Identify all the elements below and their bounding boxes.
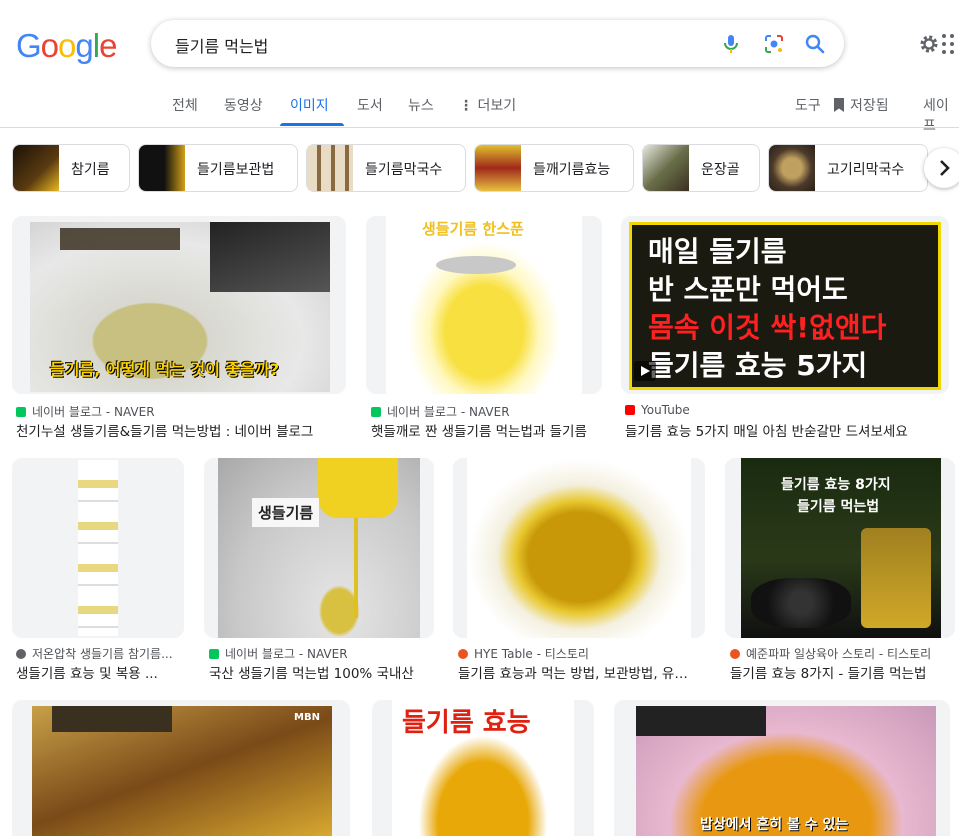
image-result[interactable]: 밥상에서 흔히 볼 수 있는 xyxy=(614,700,950,836)
search-box[interactable]: 들기름 먹는법 xyxy=(151,20,844,67)
result-title[interactable]: 들기름 효능과 먹는 방법, 보관방법, 유통기한 xyxy=(458,662,690,682)
result-source[interactable]: YouTube xyxy=(625,403,945,417)
chip-thumbnail xyxy=(643,145,689,191)
tistory-favicon xyxy=(458,649,468,659)
search-input[interactable]: 들기름 먹는법 xyxy=(175,33,268,57)
image-result[interactable]: 매일 들기름 반 스푼만 먹어도 몸속 이것 싹!없앤다 들기름 효능 5가지 xyxy=(621,216,949,394)
related-chip[interactable]: 운장골 xyxy=(642,144,760,192)
lens-icon[interactable] xyxy=(762,32,786,56)
chips-next-button[interactable] xyxy=(924,148,959,188)
active-tab-indicator xyxy=(280,123,344,126)
chip-thumbnail xyxy=(769,145,815,191)
chip-thumbnail xyxy=(307,145,353,191)
image-caption: 들기름 먹는법 xyxy=(797,499,880,515)
image-result[interactable]: 생들기름 xyxy=(204,458,434,638)
image-caption: 몸속 이것 싹!없앤다 xyxy=(648,311,887,344)
result-image: 생들기름 xyxy=(218,458,420,638)
chip-thumbnail xyxy=(139,145,185,191)
result-image: 들기름 효능 xyxy=(392,700,574,836)
tab-books[interactable]: 도서 xyxy=(357,95,383,115)
stones-shape xyxy=(751,578,851,628)
image-result[interactable]: 들기름 효능 8가지 들기름 먹는법 xyxy=(725,458,955,638)
header-divider xyxy=(0,127,959,128)
google-logo[interactable]: Google xyxy=(16,28,117,64)
result-source[interactable]: 네이버 블로그 - NAVER xyxy=(209,645,434,662)
image-result[interactable] xyxy=(12,458,184,638)
image-result[interactable]: 들기름 효능 xyxy=(372,700,594,836)
image-result[interactable]: MBN xyxy=(12,700,350,836)
tab-news[interactable]: 뉴스 xyxy=(408,95,434,115)
result-image: 생들기름 한스푼 xyxy=(386,216,582,394)
apps-grid-icon[interactable] xyxy=(940,32,959,56)
search-icon[interactable] xyxy=(803,32,827,56)
image-caption: MBN xyxy=(294,712,320,723)
play-icon xyxy=(634,361,656,381)
image-caption: 반 스푼만 먹어도 xyxy=(648,273,848,306)
result-image: 매일 들기름 반 스푼만 먹어도 몸속 이것 싹!없앤다 들기름 효능 5가지 xyxy=(629,222,941,390)
caption-banner xyxy=(60,228,180,250)
safesearch-button[interactable]: 세이프 xyxy=(923,95,959,135)
image-caption: 밥상에서 흔히 볼 수 있는 xyxy=(700,817,849,833)
tab-videos[interactable]: 동영상 xyxy=(224,95,263,115)
result-source[interactable]: 네이버 블로그 - NAVER xyxy=(371,403,601,420)
chevron-right-icon xyxy=(940,160,950,176)
globe-favicon xyxy=(16,649,26,659)
image-caption: 생들기름 한스푼 xyxy=(422,220,524,238)
result-image: 들기름 효능 8가지 들기름 먹는법 xyxy=(741,458,941,638)
related-chip[interactable]: 들기름막국수 xyxy=(306,144,466,192)
image-caption: 생들기름 xyxy=(252,498,320,527)
result-image: MBN xyxy=(32,706,332,836)
result-source[interactable]: HYE Table - 티스토리 xyxy=(458,645,705,662)
result-image xyxy=(78,460,118,636)
tab-images[interactable]: 이미지 xyxy=(290,95,329,115)
image-result[interactable]: 들기름, 어떻게 먹는 것이 좋을까? xyxy=(12,216,346,394)
result-title[interactable]: 들기름 효능 8가지 - 들기름 먹는법 xyxy=(730,662,955,682)
result-image: 밥상에서 흔히 볼 수 있는 xyxy=(636,706,936,836)
result-image: 들기름, 어떻게 먹는 것이 좋을까? xyxy=(30,222,330,392)
tistory-favicon xyxy=(730,649,740,659)
tools-button[interactable]: 도구 xyxy=(795,95,821,115)
bottle-shape xyxy=(861,528,931,628)
related-chip[interactable]: 참기름 xyxy=(12,144,130,192)
naver-favicon xyxy=(209,649,219,659)
result-image xyxy=(467,458,691,638)
result-title[interactable]: 천기누설 생들기름&들기름 먹는방법 : 네이버 블로그 xyxy=(16,420,346,440)
settings-gear-icon[interactable] xyxy=(917,32,941,56)
spoon-shape xyxy=(436,256,516,274)
more-vert-icon: ⋮ xyxy=(459,98,473,114)
image-result[interactable]: 생들기름 한스푼 xyxy=(366,216,602,394)
naver-favicon xyxy=(371,407,381,417)
image-caption: 들기름 효능 xyxy=(402,708,531,738)
saved-button[interactable]: 저장됨 xyxy=(834,95,889,115)
related-chip[interactable]: 고기리막국수 xyxy=(768,144,928,192)
tab-all[interactable]: 전체 xyxy=(172,95,198,115)
tab-more[interactable]: ⋮ 더보기 xyxy=(459,95,516,115)
bookmark-icon xyxy=(834,98,844,112)
mic-icon[interactable] xyxy=(719,32,743,56)
result-title[interactable]: 들기름 효능 5가지 매일 아침 반숟갈만 드셔보세요 xyxy=(625,420,949,440)
result-source[interactable]: 네이버 블로그 - NAVER xyxy=(16,403,346,420)
result-source[interactable]: 저온압착 생들기름 참기름... xyxy=(16,645,184,662)
image-caption: 들기름 효능 5가지 xyxy=(648,349,868,382)
image-caption: 들기름 효능 8가지 xyxy=(781,477,891,493)
result-source[interactable]: 예준파파 일상육아 스토리 - 티스토리 xyxy=(730,645,955,662)
chip-thumbnail xyxy=(475,145,521,191)
image-caption: 들기름, 어떻게 먹는 것이 좋을까? xyxy=(50,360,280,379)
chip-thumbnail xyxy=(13,145,59,191)
related-chip[interactable]: 들기름보관법 xyxy=(138,144,298,192)
image-result[interactable] xyxy=(453,458,705,638)
image-caption: 매일 들기름 xyxy=(648,235,787,268)
youtube-favicon xyxy=(625,405,635,415)
bottle-shape xyxy=(210,222,330,292)
caption-banner xyxy=(52,706,172,732)
result-title[interactable]: 생들기름 효능 및 복용 ... xyxy=(16,662,184,682)
caption-banner xyxy=(636,706,766,736)
result-title[interactable]: 국산 생들기름 먹는법 100% 국내산 xyxy=(209,662,434,682)
related-chip[interactable]: 들깨기름효능 xyxy=(474,144,634,192)
result-title[interactable]: 햇들깨로 짠 생들기름 먹는법과 들기름 xyxy=(371,420,599,440)
oil-stream xyxy=(354,518,358,618)
bottle-shape xyxy=(318,458,398,518)
naver-favicon xyxy=(16,407,26,417)
